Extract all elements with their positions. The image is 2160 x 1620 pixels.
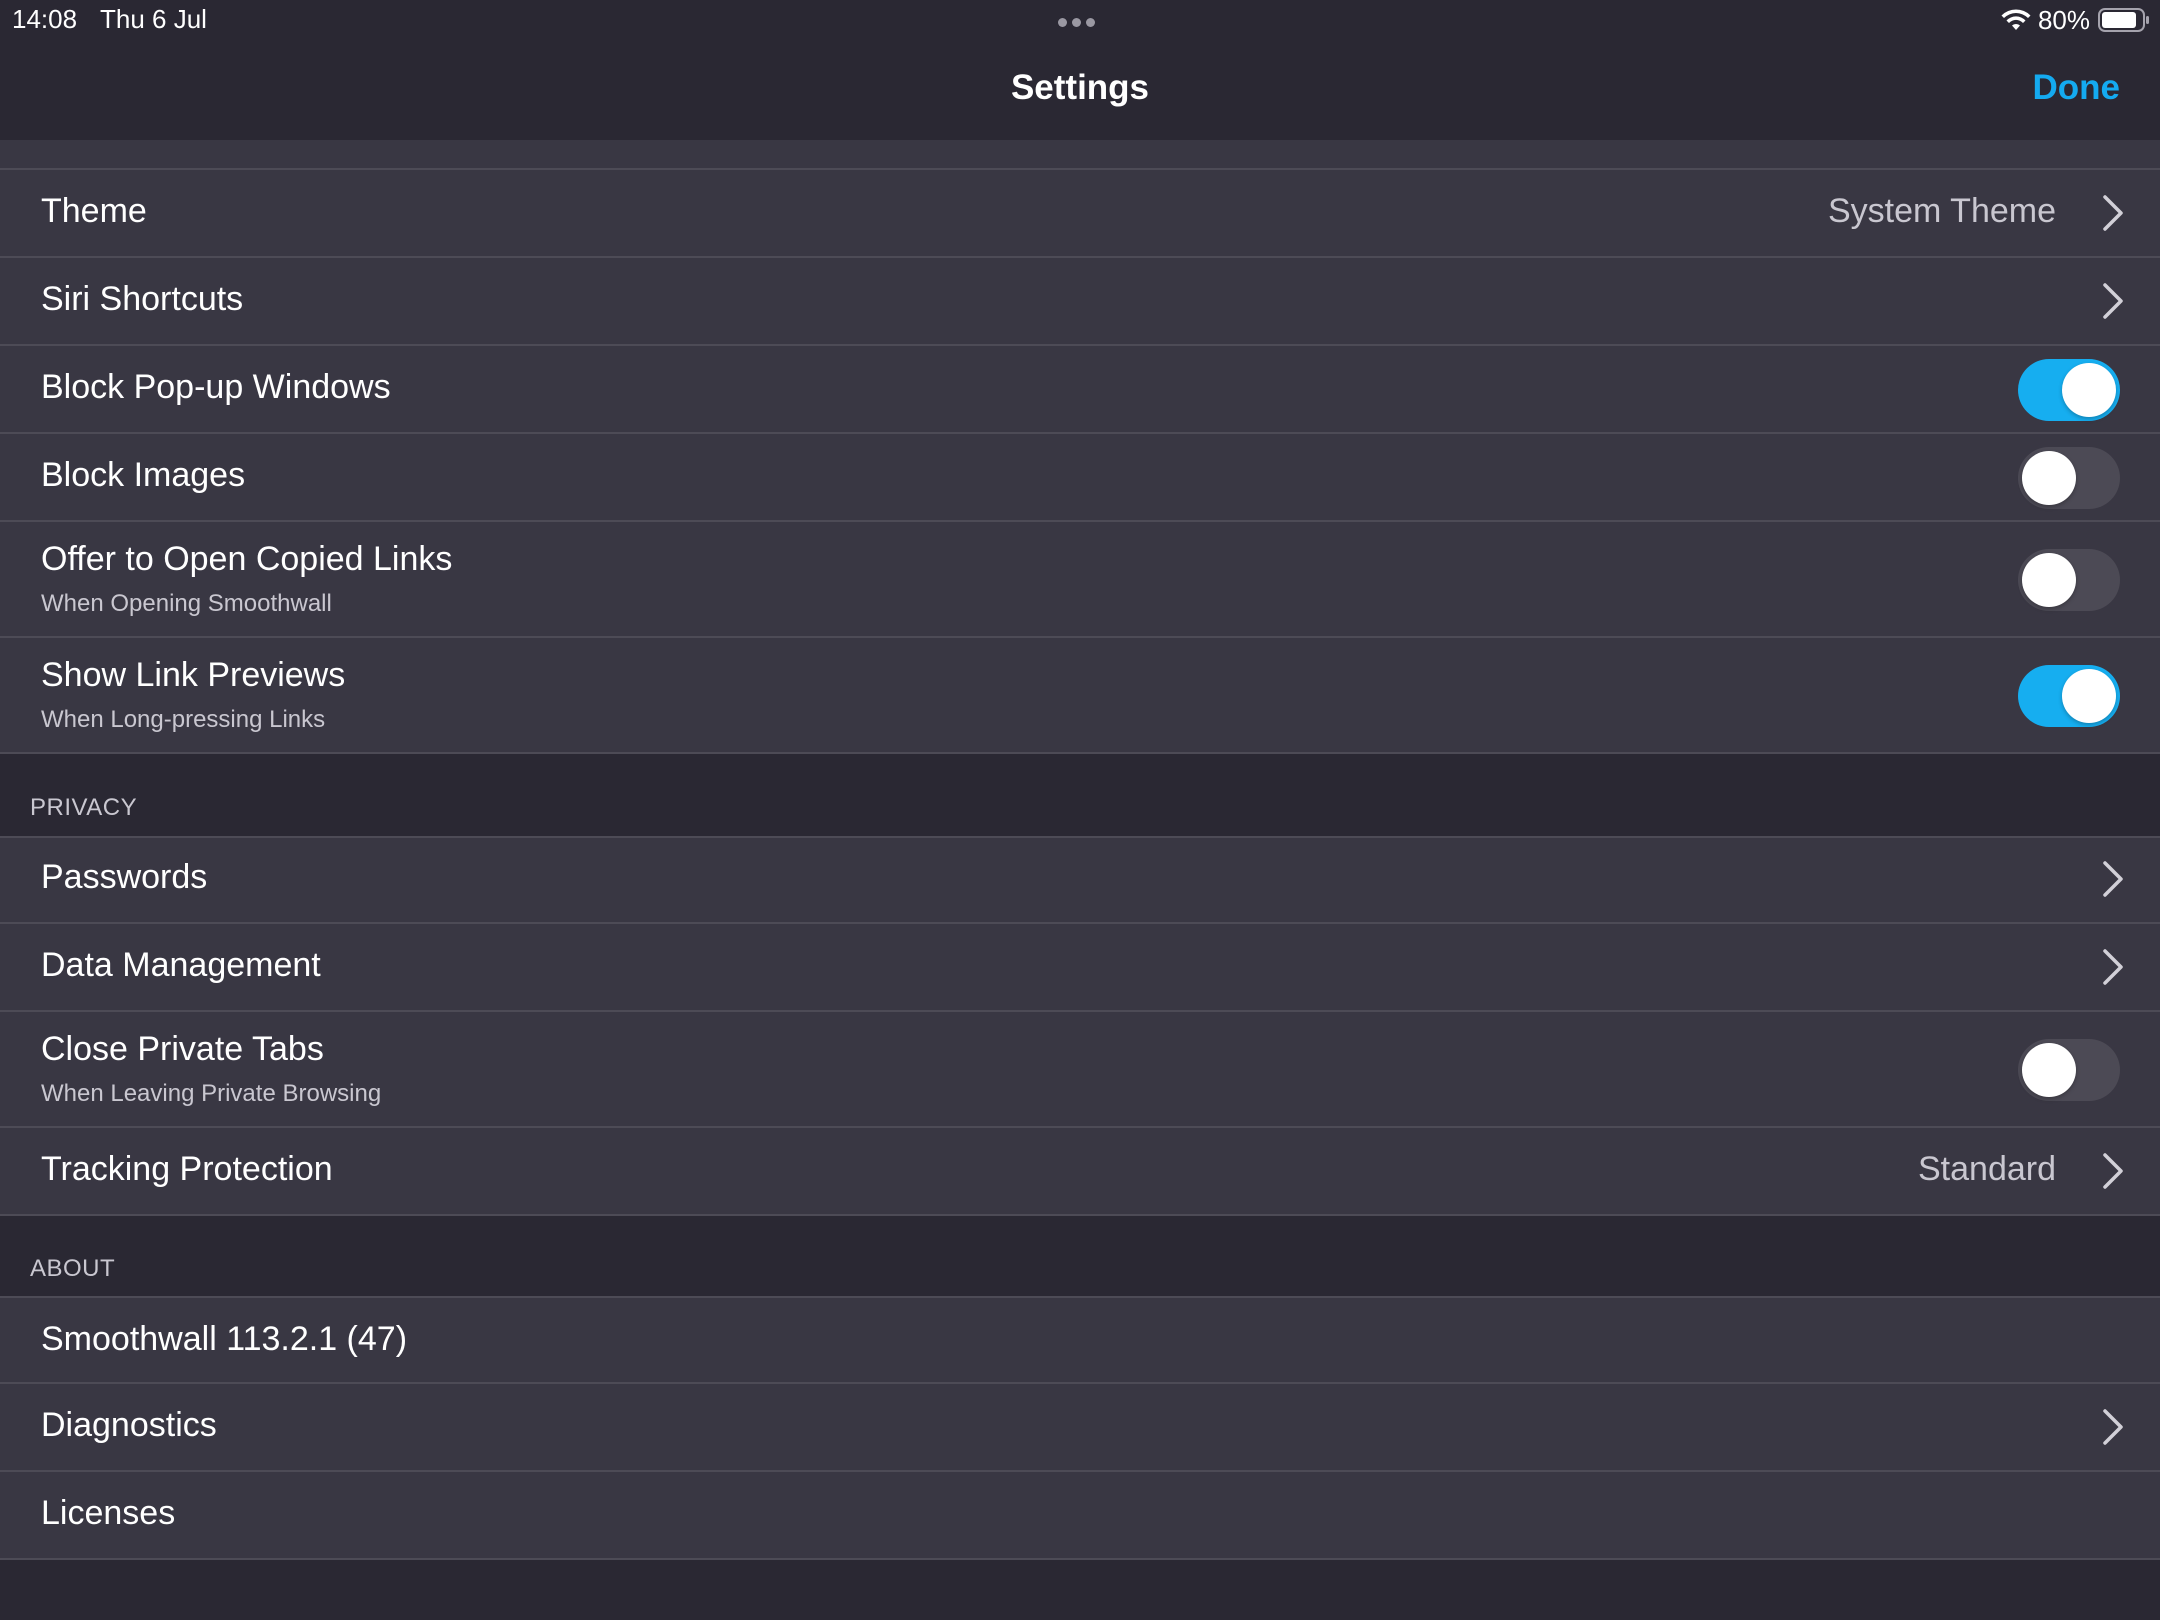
chevron-right-icon [2103,861,2123,897]
copied-links-toggle[interactable] [2018,549,2120,611]
copied-links-label: Offer to Open Copied Links [41,540,453,578]
chevron-right-icon [2103,1153,2123,1189]
theme-value: System Theme [1827,192,2056,230]
privacy-section-header: PRIVACY [30,794,138,821]
chevron-right-icon [2103,283,2123,319]
link-previews-subtitle: When Long-pressing Links [41,706,326,733]
block-popups-toggle[interactable] [2018,359,2120,421]
passwords-label: Passwords [41,858,208,896]
battery-icon [2098,8,2149,32]
passwords-row[interactable]: Passwords [0,836,2160,924]
data-management-row[interactable]: Data Management [0,924,2160,1012]
theme-label: Theme [41,192,147,230]
theme-row[interactable]: Theme System Theme [0,170,2160,258]
navigation-bar: Settings Done [0,40,2160,140]
close-private-tabs-label: Close Private Tabs [41,1030,324,1068]
page-title: Settings [1010,68,1150,107]
close-private-tabs-row: Close Private Tabs When Leaving Private … [0,1012,2160,1128]
link-previews-toggle[interactable] [2018,665,2120,727]
diagnostics-label: Diagnostics [41,1406,217,1444]
siri-shortcuts-row[interactable]: Siri Shortcuts [0,258,2160,346]
chevron-right-icon [2103,195,2123,231]
block-images-label: Block Images [41,456,246,494]
list-item-partial[interactable] [0,140,2160,170]
status-bar: 14:08 Thu 6 Jul 80% [0,0,2160,40]
block-images-toggle[interactable] [2018,447,2120,509]
tracking-protection-value: Standard [1918,1150,2056,1188]
block-popups-label: Block Pop-up Windows [41,368,391,406]
done-button[interactable]: Done [2033,68,2121,108]
version-row[interactable]: Smoothwall 113.2.1 (47) [0,1296,2160,1384]
copied-links-row: Offer to Open Copied Links When Opening … [0,522,2160,638]
link-previews-row: Show Link Previews When Long-pressing Li… [0,638,2160,754]
tracking-protection-row[interactable]: Tracking Protection Standard [0,1128,2160,1216]
licenses-row[interactable]: Licenses [0,1472,2160,1560]
settings-list[interactable]: Theme System Theme Siri Shortcuts Block … [0,140,2160,1620]
status-time: 14:08 [12,4,78,34]
block-images-row: Block Images [0,434,2160,522]
tracking-protection-label: Tracking Protection [41,1150,333,1188]
siri-shortcuts-label: Siri Shortcuts [41,280,244,318]
copied-links-subtitle: When Opening Smoothwall [41,590,332,617]
licenses-label: Licenses [41,1494,176,1532]
diagnostics-row[interactable]: Diagnostics [0,1384,2160,1472]
chevron-right-icon [2103,1409,2123,1445]
version-label: Smoothwall 113.2.1 (47) [41,1320,408,1358]
multitasking-dots-icon[interactable] [1058,14,1102,27]
block-popups-row: Block Pop-up Windows [0,346,2160,434]
wifi-icon [2001,9,2031,30]
battery-percent: 80% [2037,4,2090,35]
close-private-tabs-toggle[interactable] [2018,1039,2120,1101]
status-date: Thu 6 Jul [100,4,207,34]
chevron-right-icon [2103,949,2123,985]
about-section-header: ABOUT [30,1255,116,1282]
data-management-label: Data Management [41,946,321,984]
link-previews-label: Show Link Previews [41,656,346,694]
close-private-tabs-subtitle: When Leaving Private Browsing [41,1080,382,1107]
